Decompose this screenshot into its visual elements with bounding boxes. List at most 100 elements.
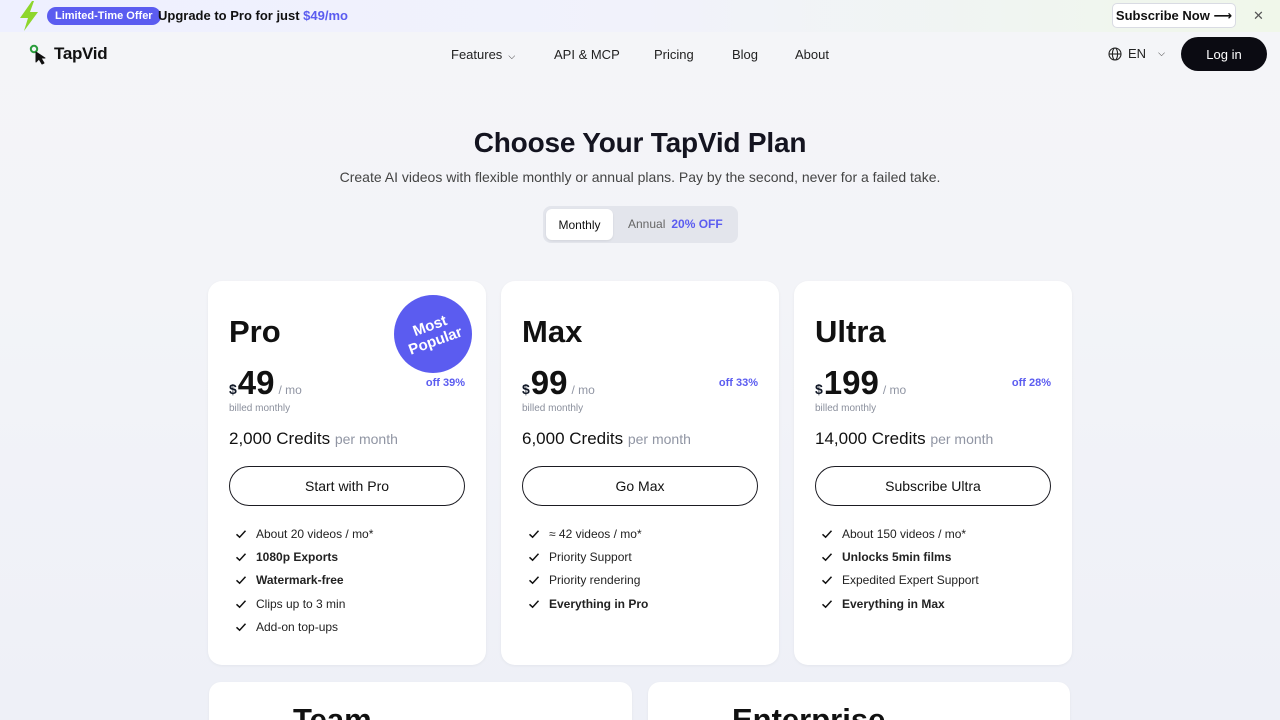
nav-pricing[interactable]: Pricing [654, 47, 694, 62]
chevron-down-icon: ⌵ [508, 51, 516, 61]
limited-offer-badge: Limited-Time Offer [47, 7, 161, 25]
plan-card-enterprise: Enterprise [648, 682, 1070, 720]
brand-logo[interactable]: TapVid [29, 43, 108, 65]
feature-text: Priority rendering [549, 573, 641, 588]
credits-value: 6,000 Credits [522, 429, 624, 448]
check-icon [235, 600, 247, 609]
feature-text: Watermark-free [256, 573, 344, 588]
price-amount: 199 [823, 364, 879, 401]
nav-blog[interactable]: Blog [732, 47, 758, 62]
most-popular-badge: Most Popular [394, 295, 472, 373]
billing-monthly-option[interactable]: Monthly [546, 209, 613, 240]
plan-card-max: Max $ 99 / mo off 33% billed monthly 6,0… [501, 281, 779, 665]
check-icon [235, 553, 247, 562]
billing-annual-option[interactable]: Annual 20% OFF [628, 217, 723, 231]
nav-features-label: Features [451, 47, 503, 62]
go-max-button[interactable]: Go Max [522, 466, 758, 506]
feature-item: Everything in Max [821, 592, 979, 615]
feature-text: About 20 videos / mo* [256, 526, 374, 541]
billing-toggle: Monthly Annual 20% OFF [543, 206, 738, 243]
feature-item: Everything in Pro [528, 592, 648, 615]
credits-suffix: per month [334, 431, 398, 447]
price-amount: 49 [237, 364, 275, 401]
feature-item: About 20 videos / mo* [235, 522, 373, 545]
plan-price: $ 99 / mo [522, 364, 595, 402]
globe-icon [1108, 46, 1122, 61]
check-icon [235, 576, 247, 585]
check-icon [821, 576, 833, 585]
promo-message: Upgrade to Pro for just $49/mo [158, 8, 348, 23]
feature-text: Priority Support [549, 550, 632, 565]
language-label: EN [1128, 46, 1147, 61]
credits-amount: 14,000 Credits per month [815, 429, 993, 449]
feature-list: About 20 videos / mo* 1080p Exports Wate… [235, 522, 373, 639]
discount-label: off 28% [1011, 377, 1051, 389]
credits-amount: 2,000 Credits per month [229, 429, 398, 449]
feature-text: Add-on top-ups [256, 620, 339, 635]
currency-symbol: $ [815, 381, 823, 397]
feature-item: Expedited Expert Support [821, 569, 979, 592]
nav-features[interactable]: Features ⌵ [451, 47, 515, 62]
billing-note: billed monthly [522, 403, 584, 414]
credits-amount: 6,000 Credits per month [522, 429, 691, 449]
feature-text: Clips up to 3 min [256, 596, 346, 611]
feature-item: Add-on top-ups [235, 616, 373, 639]
plan-name: Ultra [815, 314, 886, 349]
plan-name: Max [522, 314, 583, 349]
plan-name: Team [293, 702, 372, 720]
credits-value: 14,000 Credits [815, 429, 926, 448]
nav-about[interactable]: About [795, 47, 829, 62]
nav-api-mcp[interactable]: API & MCP [554, 47, 620, 62]
plan-card-team: Team [209, 682, 632, 720]
chevron-down-icon: ⌵ [1158, 48, 1165, 58]
price-amount: 99 [530, 364, 568, 401]
plan-name: Pro [229, 314, 281, 349]
subscribe-now-button[interactable]: Subscribe Now ⟶ [1112, 3, 1236, 28]
page-subtitle: Create AI videos with flexible monthly o… [339, 169, 941, 185]
top-nav: TapVid Features ⌵ API & MCP Pricing Blog … [0, 32, 1280, 76]
currency-symbol: $ [229, 381, 237, 397]
page-title: Choose Your TapVid Plan [473, 127, 807, 158]
feature-text: Unlocks 5min films [842, 550, 952, 565]
feature-list: About 150 videos / mo* Unlocks 5min film… [821, 522, 979, 616]
plan-price: $ 199 / mo [815, 364, 906, 402]
tapvid-logo-icon [29, 44, 46, 65]
subscribe-ultra-button[interactable]: Subscribe Ultra [815, 466, 1051, 506]
feature-item: Unlocks 5min films [821, 545, 979, 568]
feature-item: Priority rendering [528, 569, 648, 592]
feature-text: Expedited Expert Support [842, 573, 979, 588]
annual-label: Annual [628, 217, 666, 231]
check-icon [528, 576, 540, 585]
feature-item: Watermark-free [235, 569, 373, 592]
language-selector[interactable]: EN ⌵ [1108, 46, 1165, 61]
close-icon[interactable]: ✕ [1253, 8, 1264, 24]
feature-text: Everything in Pro [549, 596, 649, 611]
login-button[interactable]: Log in [1181, 37, 1267, 71]
start-with-pro-button[interactable]: Start with Pro [229, 466, 465, 506]
plan-price: $ 49 / mo [229, 364, 302, 402]
plan-name: Enterprise [732, 702, 886, 720]
feature-text: 1080p Exports [256, 550, 339, 565]
feature-text: About 150 videos / mo* [842, 526, 967, 541]
credits-value: 2,000 Credits [229, 429, 331, 448]
feature-list: ≈ 42 videos / mo* Priority Support Prior… [528, 522, 648, 616]
discount-label: off 39% [425, 377, 465, 389]
price-period: / mo [571, 383, 595, 397]
billing-note: billed monthly [815, 403, 877, 414]
price-period: / mo [278, 383, 302, 397]
credits-suffix: per month [627, 431, 691, 447]
lightning-bolt-icon [20, 1, 38, 31]
currency-symbol: $ [522, 381, 530, 397]
feature-item: Priority Support [528, 545, 648, 568]
check-icon [821, 553, 833, 562]
credits-suffix: per month [930, 431, 994, 447]
promo-banner: Limited-Time Offer Upgrade to Pro for ju… [0, 0, 1280, 32]
check-icon [235, 623, 247, 632]
feature-text: Everything in Max [842, 596, 945, 611]
feature-item: ≈ 42 videos / mo* [528, 522, 648, 545]
feature-item: 1080p Exports [235, 545, 373, 568]
check-icon [821, 529, 833, 538]
check-icon [528, 553, 540, 562]
plan-card-pro: Pro Most Popular $ 49 / mo off 39% billed… [208, 281, 486, 665]
promo-price: $49/mo [303, 8, 348, 23]
